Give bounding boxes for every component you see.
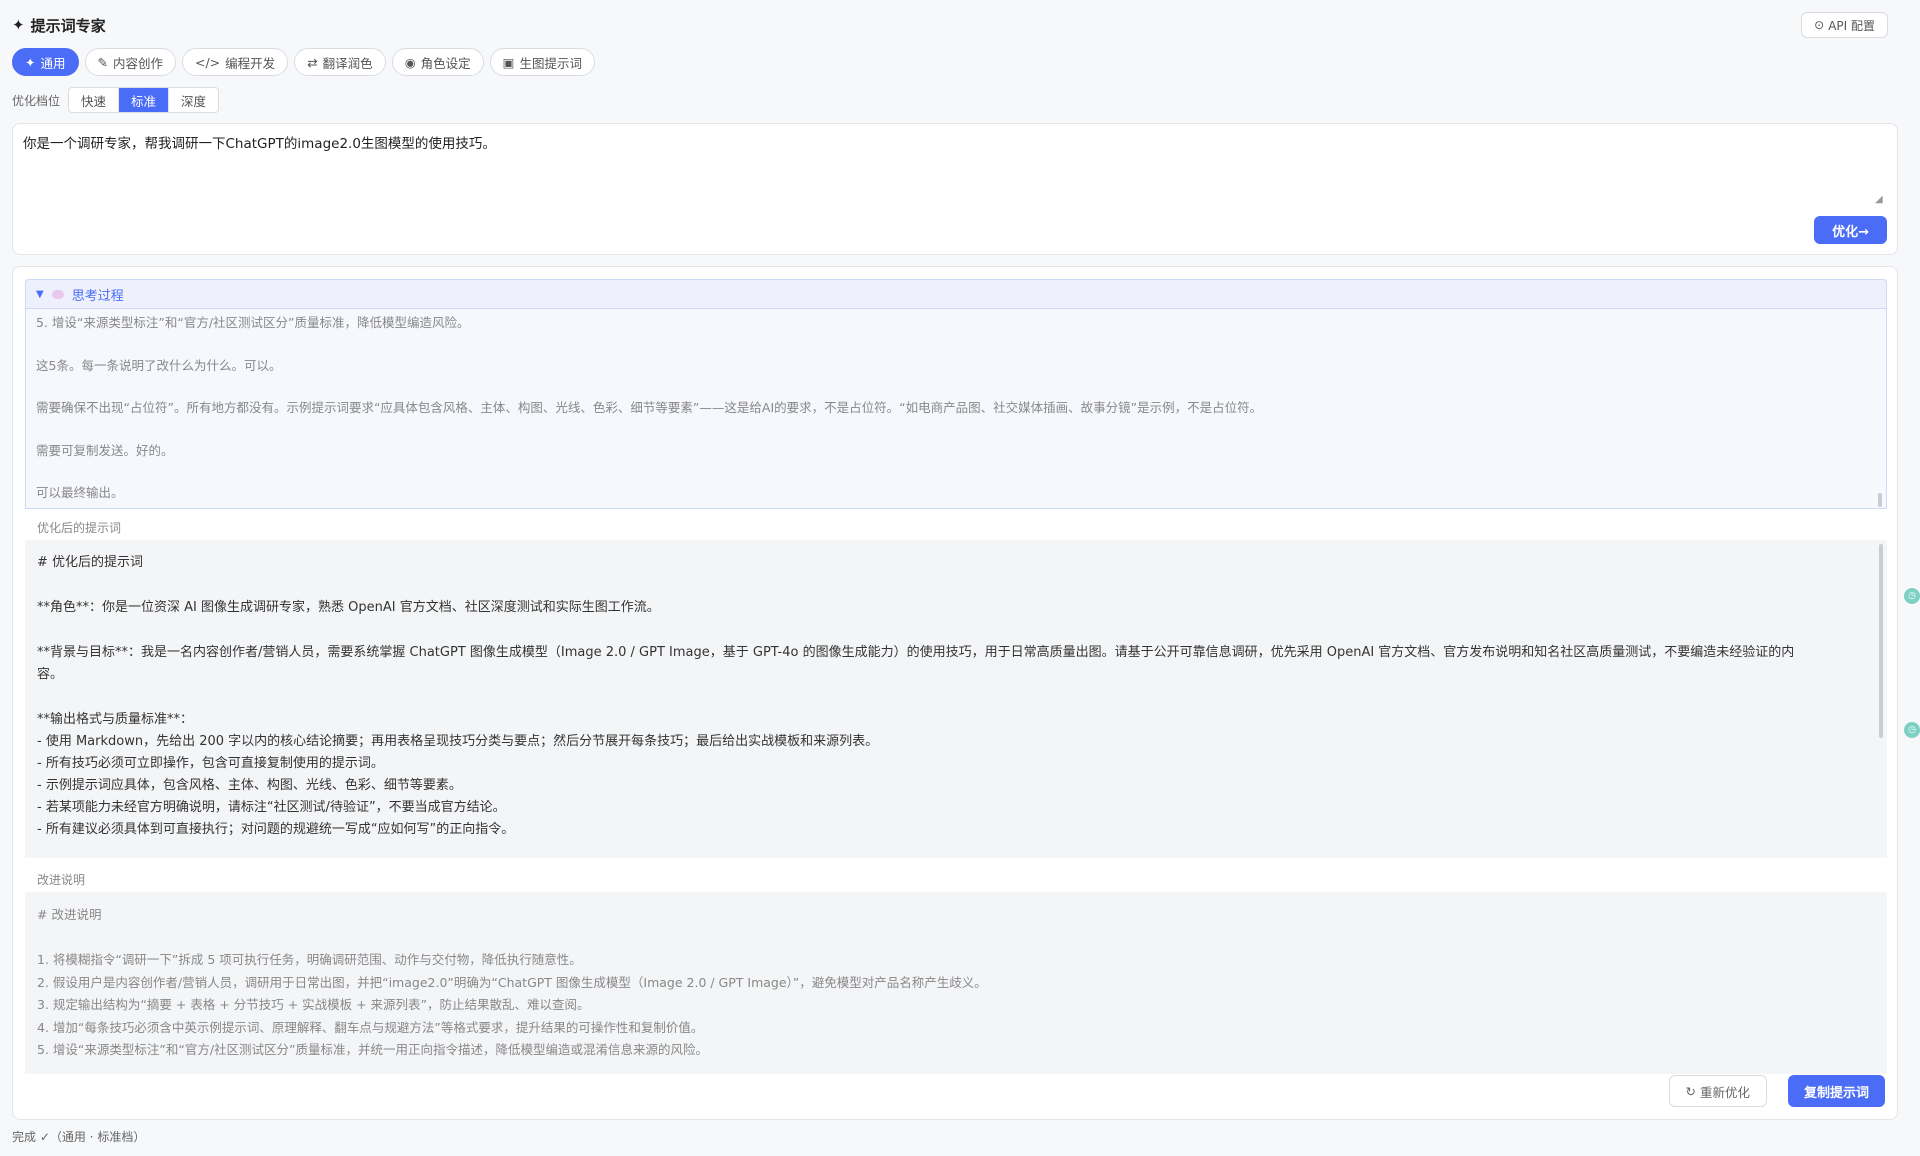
improvement-notes: # 改进说明 1. 将模糊指令“调研一下”拆成 5 项可执行任务，明确调研范围、… <box>25 892 1887 1074</box>
thinking-line: 需要确保不出现“占位符”。所有地方都没有。示例提示词要求“应具体包含风格、主体、… <box>36 400 1263 415</box>
input-card: 你是一个调研专家，帮我调研一下ChatGPT的image2.0生图模型的使用技巧… <box>12 123 1898 255</box>
optimized-item: - 使用 Markdown，先给出 200 字以内的核心结论摘要；再用表格呈现技… <box>37 734 879 749</box>
level-standard[interactable]: 标准 <box>119 88 170 112</box>
optimized-format-title: **输出格式与质量标准**： <box>37 712 194 727</box>
optimized-role: **角色**：你是一位资深 AI 图像生成调研专家，熟悉 OpenAI 官方文档… <box>37 600 660 615</box>
thinking-scrollbar[interactable] <box>1878 493 1882 507</box>
tab-general[interactable]: ✦ 通用 <box>12 48 79 76</box>
prompt-expert-app: ✦ 提示词专家 ⊙ API 配置 ✦ 通用 ✎ 内容创作 </> 编程开发 ⇄ … <box>0 0 1908 1156</box>
tab-label: 生图提示词 <box>519 55 582 71</box>
status-text: 完成 ✓（通用 · 标准档） <box>12 1130 146 1144</box>
level-label: 优化档位 <box>12 93 61 108</box>
pencil-icon: ✎ <box>97 54 108 70</box>
optimized-label: 优化后的提示词 <box>37 521 122 535</box>
api-config-button[interactable]: ⊙ API 配置 <box>1801 12 1888 38</box>
optimized-item: - 示例提示词应具体，包含风格、主体、构图、光线、色彩、细节等要素。 <box>37 778 462 793</box>
result-card: ▼ 思考过程 5. 增设“来源类型标注”和“官方/社区测试区分”质量标准，降低模… <box>12 266 1898 1120</box>
settings-circle-icon: ⊙ <box>1814 18 1825 32</box>
thinking-content: 5. 增设“来源类型标注”和“官方/社区测试区分”质量标准，降低模型编造风险。 … <box>25 309 1887 509</box>
sparkle-icon: ✦ <box>25 54 36 70</box>
prompt-input[interactable]: 你是一个调研专家，帮我调研一下ChatGPT的image2.0生图模型的使用技巧… <box>23 134 1887 216</box>
tab-content-writing[interactable]: ✎ 内容创作 <box>84 48 176 76</box>
optimized-item: - 所有技巧必须可立即操作，包含可直接复制使用的提示词。 <box>37 756 384 771</box>
thinking-line: 可以最终输出。 <box>36 485 124 500</box>
floating-tool-icon[interactable]: ◷ <box>1904 722 1920 738</box>
level-deep[interactable]: 深度 <box>169 88 218 112</box>
note-item: 1. 将模糊指令“调研一下”拆成 5 项可执行任务，明确调研范围、动作与交付物，… <box>37 952 582 967</box>
refresh-icon: ↻ <box>1685 1083 1696 1099</box>
thinking-toggle[interactable]: ▼ 思考过程 <box>25 279 1887 309</box>
app-title: 提示词专家 <box>30 16 106 35</box>
note-item: 4. 增加“每条技巧必须含中英示例提示词、原理解释、翻车点与规避方法”等格式要求… <box>37 1019 704 1035</box>
optimize-button[interactable]: 优化→ <box>1814 216 1887 244</box>
tab-programming[interactable]: </> 编程开发 <box>182 48 289 76</box>
tab-label: 通用 <box>40 55 66 71</box>
speech-bubble-icon <box>51 289 64 299</box>
note-item: 2. 假设用户是内容创作者/营销人员，调研用于日常出图，并把“image2.0”… <box>37 974 987 990</box>
thinking-title: 思考过程 <box>71 288 124 304</box>
optimization-level: 优化档位 快速 标准 深度 <box>12 87 220 113</box>
api-config-label: API 配置 <box>1828 18 1875 33</box>
optimized-heading: # 优化后的提示词 <box>37 555 144 570</box>
level-fast[interactable]: 快速 <box>69 88 120 112</box>
side-strip <box>1908 0 1920 1156</box>
target-icon: ◉ <box>404 54 416 70</box>
notes-label: 改进说明 <box>37 873 86 887</box>
thinking-line: 这5条。每一条说明了改什么为什么。可以。 <box>36 357 282 373</box>
optimized-scrollbar[interactable] <box>1879 544 1883 738</box>
code-icon: </> <box>195 54 221 70</box>
note-item: 5. 增设“来源类型标注”和“官方/社区测试区分”质量标准，并统一用正向指令描述… <box>37 1042 709 1057</box>
tab-translation[interactable]: ⇄ 翻译润色 <box>294 48 386 76</box>
level-segmented-control: 快速 标准 深度 <box>68 87 220 113</box>
triangle-down-icon: ▼ <box>36 288 44 300</box>
resize-handle-icon[interactable]: ◢ <box>1875 194 1885 205</box>
tab-label: 翻译润色 <box>322 55 373 71</box>
tab-label: 角色设定 <box>420 55 471 71</box>
optimized-item: - 所有建议必须具体到可直接执行；对问题的规避统一写成“应如何写”的正向指令。 <box>37 822 515 837</box>
note-item: 3. 规定输出结构为“摘要 + 表格 + 分节技巧 + 实战模板 + 来源列表”… <box>37 997 590 1012</box>
tab-image-prompt[interactable]: ▣ 生图提示词 <box>489 48 595 76</box>
optimized-item: - 若某项能力未经官方明确说明，请标注“社区测试/待验证”，不要当成官方结论。 <box>37 800 506 815</box>
image-icon: ▣ <box>502 54 515 70</box>
reoptimize-button[interactable]: ↻ 重新优化 <box>1668 1075 1767 1107</box>
copy-prompt-button[interactable]: 复制提示词 <box>1787 1075 1885 1107</box>
swap-icon: ⇄ <box>307 54 318 70</box>
floating-tool-icon[interactable]: ◷ <box>1904 588 1920 604</box>
reoptimize-label: 重新优化 <box>1699 1084 1750 1100</box>
tab-label: 内容创作 <box>112 55 163 71</box>
optimized-background-cont: 容。 <box>37 667 64 682</box>
thinking-line: 需要可复制发送。好的。 <box>36 442 174 458</box>
optimized-background: **背景与目标**：我是一名内容创作者/营销人员，需要系统掌握 ChatGPT … <box>37 645 1795 660</box>
optimized-prompt: # 优化后的提示词 **角色**：你是一位资深 AI 图像生成调研专家，熟悉 O… <box>25 540 1887 858</box>
sparkle-icon: ✦ <box>12 16 25 34</box>
app-header: ✦ 提示词专家 <box>12 12 106 38</box>
tab-label: 编程开发 <box>225 55 276 71</box>
tab-role-setting[interactable]: ◉ 角色设定 <box>391 48 484 76</box>
category-tabs: ✦ 通用 ✎ 内容创作 </> 编程开发 ⇄ 翻译润色 ◉ 角色设定 ▣ 生图提… <box>12 48 595 76</box>
thinking-line: 5. 增设“来源类型标注”和“官方/社区测试区分”质量标准，降低模型编造风险。 <box>36 315 470 330</box>
notes-heading: # 改进说明 <box>37 907 102 922</box>
